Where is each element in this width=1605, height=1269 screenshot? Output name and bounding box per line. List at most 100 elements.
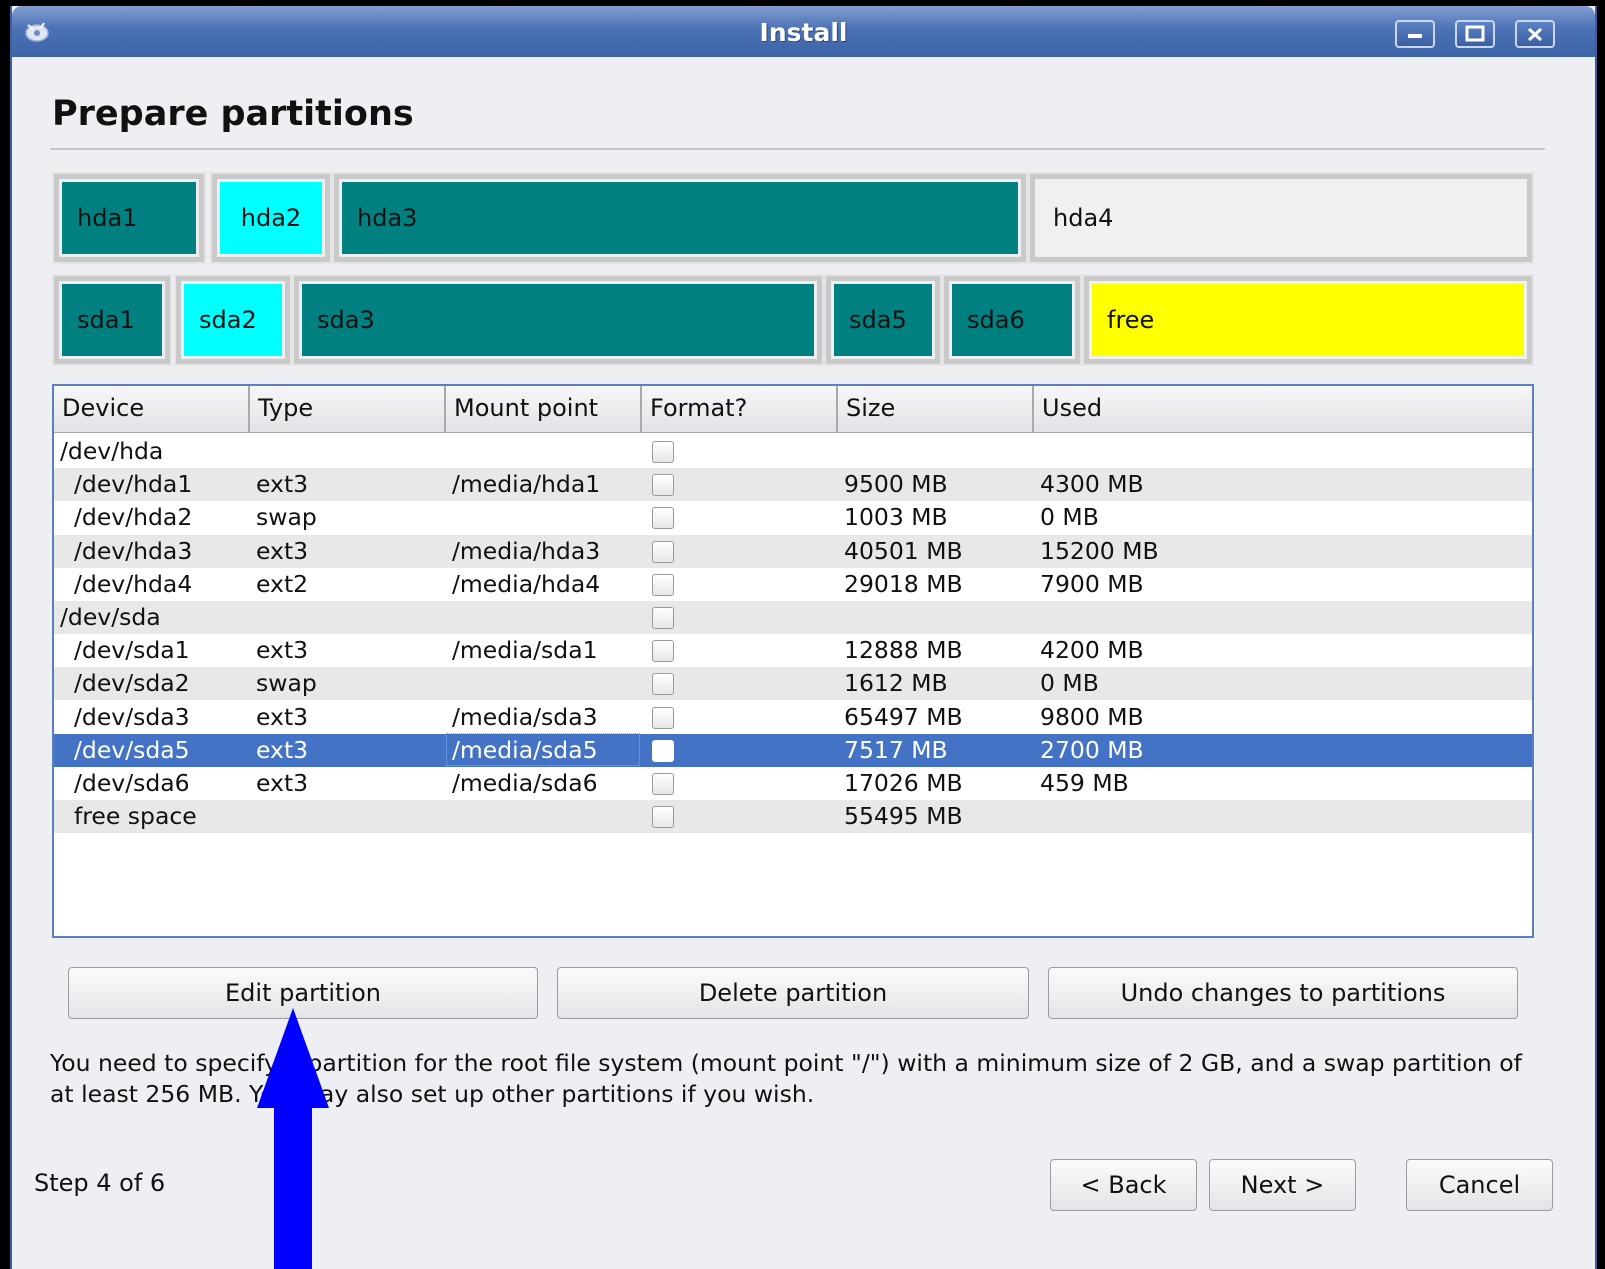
cell-device: free space (74, 802, 197, 831)
cell-device: /dev/sda2 (74, 669, 190, 698)
cell-size: 7517 MB (844, 735, 948, 764)
cell-size: 1003 MB (844, 503, 948, 532)
format-checkbox[interactable] (652, 474, 674, 497)
close-icon[interactable] (1515, 20, 1555, 48)
segment-free[interactable]: free (1082, 274, 1534, 366)
segment-hda2[interactable]: hda2 (210, 172, 332, 264)
segment-label: hda2 (240, 204, 302, 232)
format-checkbox[interactable] (652, 607, 674, 629)
table-row[interactable]: /dev/sda (54, 601, 1532, 634)
segment-label: sda2 (199, 306, 257, 334)
segment-sda5[interactable]: sda5 (824, 274, 942, 366)
cell-device: /dev/hda2 (74, 503, 193, 532)
table-row[interactable]: /dev/sda3 ext3/media/sda3 65497 MB 9800 MB (54, 701, 1532, 734)
cell-size: 65497 MB (844, 702, 963, 731)
cell-type: ext2 (256, 569, 309, 598)
table-row[interactable]: /dev/hda1 ext3/media/hda1 9500 MB 4300 MB (54, 468, 1532, 502)
column-header-size[interactable]: Size (838, 386, 1034, 433)
table-row[interactable]: /dev/sda5 ext3/media/sda5 7517 MB 2700 MB (54, 732, 1532, 767)
cell-type: ext3 (256, 470, 309, 499)
cell-type: swap (256, 669, 317, 698)
focus-rectangle (446, 732, 640, 766)
table-row[interactable]: /dev/hda (54, 435, 1532, 468)
table-row[interactable]: /dev/hda4 ext2/media/hda4 29018 MB 7900 MB (54, 568, 1532, 601)
cell-mount: /media/hda1 (452, 470, 601, 499)
segment-label: hda1 (77, 204, 138, 232)
window-title: Install (759, 18, 848, 47)
segment-hda3[interactable]: hda3 (332, 172, 1028, 264)
cell-device: /dev/sda3 (74, 702, 190, 731)
format-checkbox[interactable] (652, 739, 674, 762)
back-button[interactable]: < Back (1050, 1159, 1197, 1211)
table-row[interactable]: free space 55495 MB (54, 800, 1532, 834)
cell-device: /dev/sda (60, 603, 161, 631)
cell-mount: /media/sda3 (452, 702, 598, 731)
cell-device: /dev/sda1 (74, 636, 190, 665)
table-row[interactable]: /dev/hda2 swap 1003 MB 0 MB (54, 501, 1532, 534)
cell-used: 15200 MB (1040, 536, 1159, 565)
cell-device: /dev/hda3 (74, 536, 193, 565)
cell-size: 40501 MB (844, 536, 963, 565)
installer-window: Install Prepare partitions hda1 hda2 hda… (10, 6, 1597, 1269)
format-checkbox[interactable] (652, 806, 674, 829)
cell-type: ext3 (256, 702, 309, 731)
cell-device: /dev/hda4 (74, 569, 193, 598)
table-row[interactable]: /dev/sda1 ext3/media/sda1 12888 MB 4200 MB (54, 634, 1532, 667)
cancel-button[interactable]: Cancel (1406, 1159, 1553, 1211)
delete-partition-button[interactable]: Delete partition (557, 967, 1029, 1019)
cell-size: 17026 MB (844, 769, 963, 797)
format-checkbox[interactable] (652, 441, 674, 463)
cell-used: 459 MB (1040, 769, 1129, 797)
format-checkbox[interactable] (652, 573, 674, 596)
segment-hda1[interactable]: hda1 (52, 172, 206, 264)
segment-label: sda6 (967, 306, 1025, 334)
segment-label: hda4 (1053, 204, 1114, 232)
column-header-device[interactable]: Device (54, 386, 250, 433)
table-row[interactable]: /dev/sda2 swap 1612 MB 0 MB (54, 667, 1532, 701)
column-header-used[interactable]: Used (1034, 386, 1532, 433)
undo-changes-button[interactable]: Undo changes to partitions (1048, 967, 1518, 1019)
cell-device: /dev/hda (60, 437, 164, 465)
segment-sda1[interactable]: sda1 (52, 274, 172, 366)
cell-size: 1612 MB (844, 669, 948, 698)
segment-label: sda1 (77, 306, 135, 334)
segment-label: sda5 (849, 306, 907, 334)
format-checkbox[interactable] (652, 773, 674, 795)
column-header-format[interactable]: Format? (642, 386, 838, 433)
next-button[interactable]: Next > (1209, 1159, 1356, 1211)
segment-label: hda3 (357, 204, 418, 232)
segment-sda3[interactable]: sda3 (292, 274, 824, 366)
format-checkbox[interactable] (652, 507, 674, 530)
segment-label: free (1107, 306, 1155, 334)
step-indicator: Step 4 of 6 (34, 1169, 166, 1197)
segment-sda2[interactable]: sda2 (174, 274, 292, 366)
cell-used: 0 MB (1040, 503, 1099, 532)
format-checkbox[interactable] (652, 540, 674, 563)
format-checkbox[interactable] (652, 706, 674, 729)
column-header-type[interactable]: Type (250, 386, 446, 433)
maximize-icon[interactable] (1455, 20, 1495, 48)
table-row[interactable]: /dev/hda3 ext3/media/hda3 40501 MB 15200 MB (54, 534, 1532, 568)
cell-mount: /media/sda6 (452, 769, 598, 797)
format-checkbox[interactable] (652, 673, 674, 696)
cell-mount: /media/hda4 (452, 569, 601, 598)
cell-device: /dev/sda5 (74, 735, 190, 764)
column-header-mount-point[interactable]: Mount point (446, 386, 642, 433)
segment-hda4[interactable]: hda4 (1028, 172, 1534, 264)
cell-type: swap (256, 503, 317, 532)
table-row[interactable]: /dev/sda6 ext3/media/sda6 17026 MB 459 MB (54, 767, 1532, 800)
partition-table[interactable]: Device Type Mount point Format? Size Use… (52, 384, 1534, 938)
segment-sda6[interactable]: sda6 (942, 274, 1082, 366)
segment-label: sda3 (317, 306, 375, 334)
cell-used: 4200 MB (1040, 636, 1144, 665)
title-bar[interactable]: Install (12, 6, 1595, 57)
minimize-icon[interactable] (1395, 20, 1435, 48)
cell-type: ext3 (256, 536, 309, 565)
cell-used: 7900 MB (1040, 569, 1144, 598)
page-title: Prepare partitions (52, 94, 414, 134)
cell-mount: /media/hda3 (452, 536, 601, 565)
format-checkbox[interactable] (652, 640, 674, 663)
cell-size: 29018 MB (844, 569, 963, 598)
cell-type: ext3 (256, 735, 309, 764)
cell-used: 9800 MB (1040, 702, 1144, 731)
